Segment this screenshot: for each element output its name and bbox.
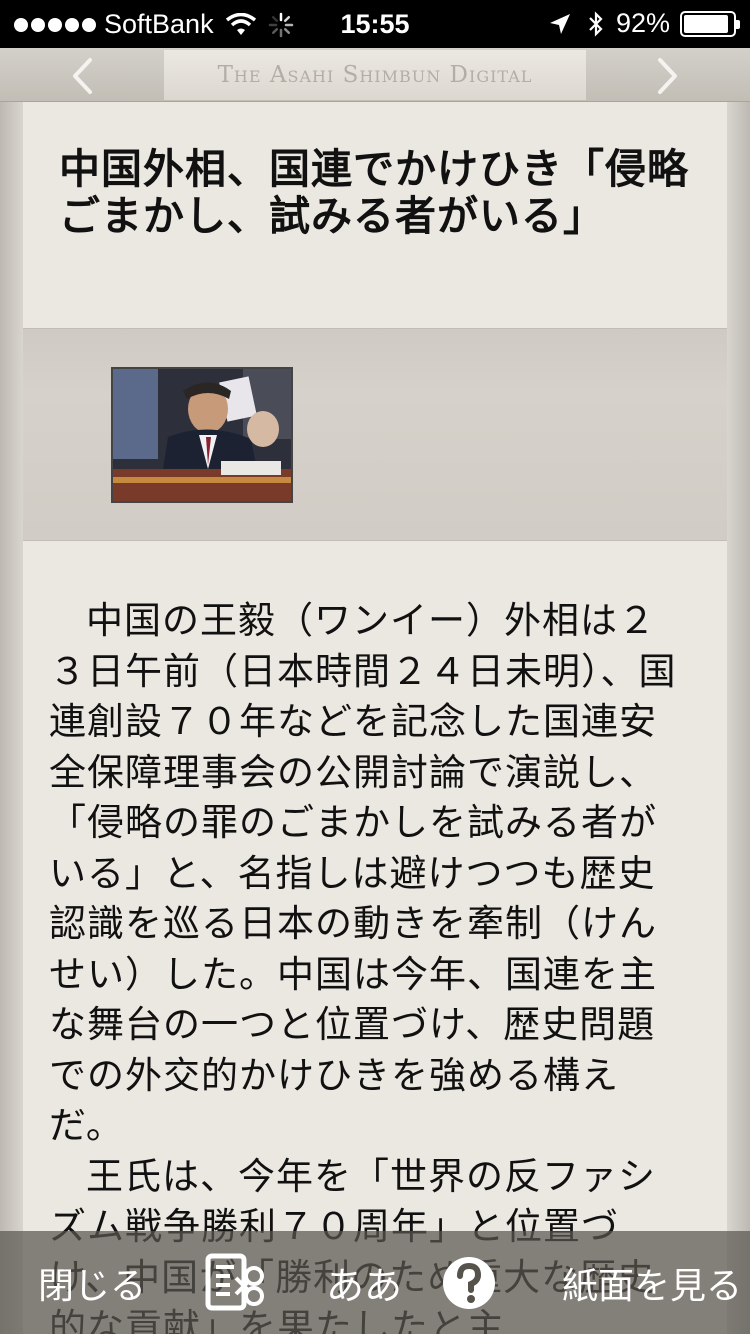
next-article-button[interactable] [628, 54, 708, 98]
photo-band [23, 328, 727, 541]
chevron-left-icon [73, 58, 92, 94]
clip-note-icon [205, 1253, 264, 1310]
article-body: 中国の王毅（ワンイー）外相は２３日午前（日本時間２４日未明）、国連創設７０年など… [49, 596, 689, 1334]
close-button[interactable]: 閉じる [38, 1231, 146, 1334]
right-gutter [727, 102, 750, 1334]
help-button[interactable] [440, 1231, 498, 1334]
article-photo[interactable] [111, 367, 293, 503]
bottom-toolbar: 閉じる ああ 紙面を見る [0, 1231, 750, 1334]
chevron-right-icon [658, 58, 677, 94]
font-size-button[interactable]: ああ [326, 1231, 402, 1334]
battery-percent: 92% [615, 8, 670, 38]
battery-icon [680, 10, 740, 37]
article-panel[interactable]: 中国外相、国連でかけひき「侵略ごまかし、試みる者がいる」 中国の王毅（ワンイー）… [23, 102, 727, 1334]
view-print-edition-button[interactable]: 紙面を見る [562, 1231, 742, 1334]
question-mark-icon [443, 1256, 495, 1309]
status-bar: SoftBank 15:55 92% [0, 0, 750, 48]
article-headline: 中国外相、国連でかけひき「侵略ごまかし、試みる者がいる」 [59, 145, 689, 240]
nav-bar: The Asahi Shimbun Digital [0, 48, 750, 102]
article-photo-image [113, 369, 291, 501]
previous-article-button[interactable] [42, 54, 122, 98]
article-paragraph: 中国の王毅（ワンイー）外相は２３日午前（日本時間２４日未明）、国連創設７０年など… [49, 599, 677, 1147]
publication-title: The Asahi Shimbun Digital [164, 50, 586, 100]
font-size-label: ああ [326, 1264, 403, 1308]
clip-memo-button[interactable] [202, 1231, 268, 1334]
bluetooth-icon [589, 10, 603, 37]
location-arrow-icon [549, 13, 570, 34]
left-gutter [0, 102, 23, 1334]
